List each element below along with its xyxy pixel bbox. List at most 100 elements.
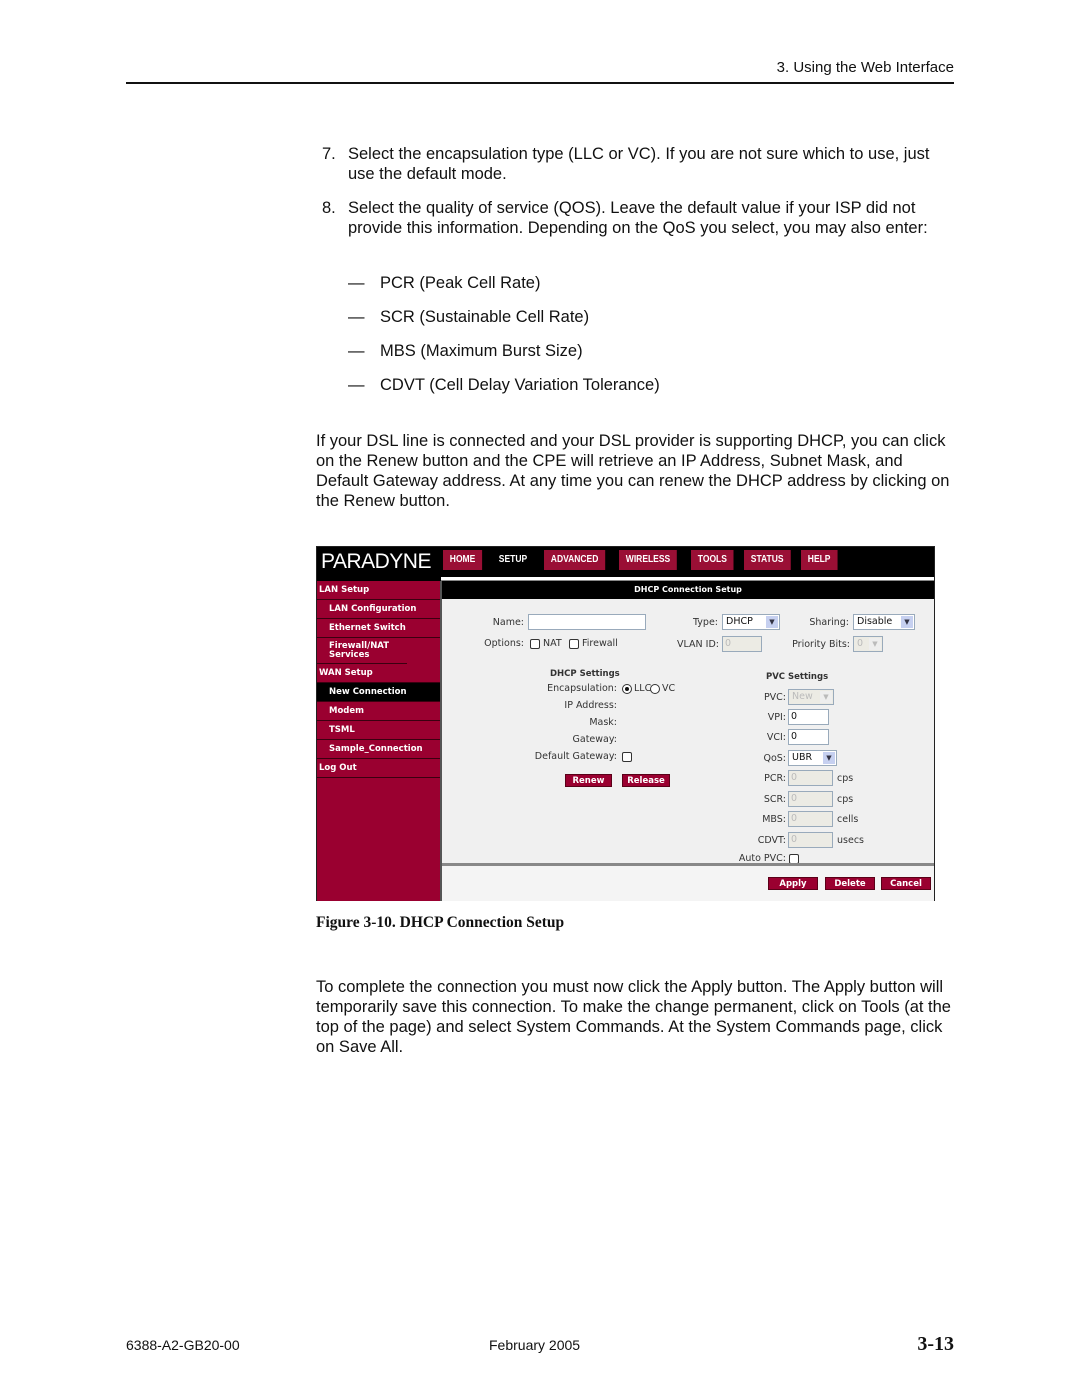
name-label: Name:	[492, 617, 524, 628]
pvc-label: PVC:	[763, 692, 786, 703]
delete-button[interactable]: Delete	[825, 877, 875, 890]
vc-label: VC	[662, 683, 676, 694]
chevron-down-icon: ▼	[823, 752, 835, 764]
qos-select[interactable]: UBR ▼	[788, 750, 837, 766]
paradyne-logo: PARADYNE	[321, 550, 431, 573]
qos-value: UBR	[792, 752, 813, 763]
sidebar-item-new-connection[interactable]: New Connection	[317, 683, 440, 702]
nat-label: NAT	[543, 638, 562, 649]
sidebar: LAN Setup LAN Configuration Ethernet Swi…	[317, 581, 440, 901]
sharing-label: Sharing:	[809, 617, 849, 628]
chevron-down-icon: ▼	[766, 616, 778, 628]
sharing-select[interactable]: Disable ▼	[853, 614, 915, 630]
dash-bullet: —	[348, 308, 365, 326]
qos-label: QoS:	[763, 753, 786, 764]
qos-param-item: — CDVT (Cell Delay Variation Tolerance)	[348, 375, 660, 395]
figure-caption: Figure 3-10. DHCP Connection Setup	[316, 914, 565, 931]
release-button[interactable]: Release	[622, 774, 670, 787]
chevron-down-icon: ▼	[820, 691, 832, 703]
type-label: Type:	[692, 617, 718, 628]
sidebar-item-sample-connection[interactable]: Sample_Connection	[317, 740, 440, 759]
scr-unit: cps	[837, 794, 854, 805]
qos-param-text: CDVT (Cell Delay Variation Tolerance)	[380, 376, 660, 394]
priority-bits-value: 0	[857, 638, 864, 649]
step-number: 7.	[322, 145, 336, 163]
footer-actions: Apply Delete Cancel	[442, 866, 934, 901]
tab-wireless[interactable]: WIRELESS	[619, 550, 678, 570]
firewall-label: Firewall	[582, 638, 618, 649]
vpi-input[interactable]: 0	[788, 709, 829, 725]
mbs-label: MBS:	[762, 814, 786, 825]
running-head: 3. Using the Web Interface	[776, 59, 954, 76]
pvc-value: New	[792, 691, 813, 702]
qos-param-text: SCR (Sustainable Cell Rate)	[380, 308, 590, 326]
doc-number: 6388-A2-GB20-00	[126, 1337, 240, 1353]
tab-home[interactable]: HOME	[443, 550, 483, 570]
closing-paragraph: To complete the connection you must now …	[316, 978, 951, 1056]
cancel-button[interactable]: Cancel	[881, 877, 931, 890]
pvc-select[interactable]: New ▼	[788, 689, 834, 705]
vlan-id-label: VLAN ID:	[677, 639, 719, 650]
dhcp-settings-heading: DHCP Settings	[550, 669, 620, 679]
panel-title: DHCP Connection Setup	[442, 581, 934, 599]
qos-param-item: — SCR (Sustainable Cell Rate)	[348, 307, 589, 327]
sharing-value: Disable	[857, 616, 893, 627]
chevron-down-icon: ▼	[901, 616, 913, 628]
default-gateway-checkbox[interactable]	[622, 752, 632, 762]
router-ui-screenshot: PARADYNE HOME SETUP ADVANCED WIRELESS TO…	[316, 546, 935, 901]
step-text: Select the encapsulation type (LLC or VC…	[348, 145, 930, 183]
doc-date: February 2005	[489, 1337, 581, 1353]
sidebar-item-modem[interactable]: Modem	[317, 702, 440, 721]
gateway-label: Gateway:	[572, 734, 617, 745]
name-input[interactable]	[528, 614, 646, 630]
vc-radio[interactable]	[650, 684, 660, 694]
tab-setup[interactable]: SETUP	[492, 550, 534, 570]
default-gateway-label: Default Gateway:	[534, 751, 617, 762]
encapsulation-label: Encapsulation:	[547, 683, 617, 694]
vlan-id-input[interactable]: 0	[722, 636, 762, 652]
tab-advanced[interactable]: ADVANCED	[544, 550, 606, 570]
dash-bullet: —	[348, 274, 365, 292]
sidebar-item-tsml[interactable]: TSML	[317, 721, 440, 740]
firewall-checkbox[interactable]	[569, 639, 579, 649]
step-7: 7. Select the encapsulation type (LLC or…	[322, 144, 954, 184]
tab-tools[interactable]: TOOLS	[690, 550, 734, 570]
sidebar-item-ethernet-switch[interactable]: Ethernet Switch	[317, 619, 440, 638]
sidebar-item-firewall-nat[interactable]: Firewall/NAT Services	[317, 638, 407, 664]
dash-bullet: —	[348, 376, 365, 394]
priority-bits-label: Priority Bits:	[792, 639, 850, 650]
scr-label: SCR:	[763, 794, 786, 805]
mask-label: Mask:	[589, 717, 617, 728]
qos-param-item: — PCR (Peak Cell Rate)	[348, 273, 540, 293]
tab-status[interactable]: STATUS	[743, 550, 791, 570]
renew-button[interactable]: Renew	[565, 774, 612, 787]
pvc-settings-heading: PVC Settings	[766, 672, 829, 682]
cdvt-input[interactable]: 0	[788, 832, 833, 848]
type-value: DHCP	[726, 616, 753, 627]
apply-button[interactable]: Apply	[768, 877, 818, 890]
sidebar-item-log-out[interactable]: Log Out	[317, 759, 440, 778]
tab-help[interactable]: HELP	[801, 550, 838, 570]
mbs-unit: cells	[837, 814, 859, 825]
ip-address-label: IP Address:	[564, 700, 617, 711]
priority-bits-select[interactable]: 0 ▼	[853, 636, 883, 652]
type-select[interactable]: DHCP ▼	[722, 614, 780, 630]
pcr-input[interactable]: 0	[788, 770, 833, 786]
pcr-label: PCR:	[764, 773, 786, 784]
main-panel: DHCP Connection Setup Name: Type: DHCP ▼ …	[442, 581, 934, 901]
sidebar-item-wan-setup[interactable]: WAN Setup	[317, 664, 440, 683]
dhcp-paragraph: If your DSL line is connected and your D…	[316, 432, 950, 510]
cdvt-label: CDVT:	[757, 835, 786, 846]
llc-radio[interactable]	[622, 684, 632, 694]
nav-tabs: HOME SETUP ADVANCED WIRELESS TOOLS STATU…	[443, 550, 847, 570]
sidebar-item-lan-configuration[interactable]: LAN Configuration	[317, 600, 440, 619]
vci-input[interactable]: 0	[788, 729, 829, 745]
qos-param-text: PCR (Peak Cell Rate)	[380, 274, 541, 292]
vpi-label: VPI:	[767, 712, 786, 723]
mbs-input[interactable]: 0	[788, 811, 833, 827]
dash-bullet: —	[348, 342, 365, 360]
chevron-down-icon: ▼	[869, 638, 881, 650]
nat-checkbox[interactable]	[530, 639, 540, 649]
sidebar-item-lan-setup[interactable]: LAN Setup	[317, 581, 440, 600]
scr-input[interactable]: 0	[788, 791, 833, 807]
